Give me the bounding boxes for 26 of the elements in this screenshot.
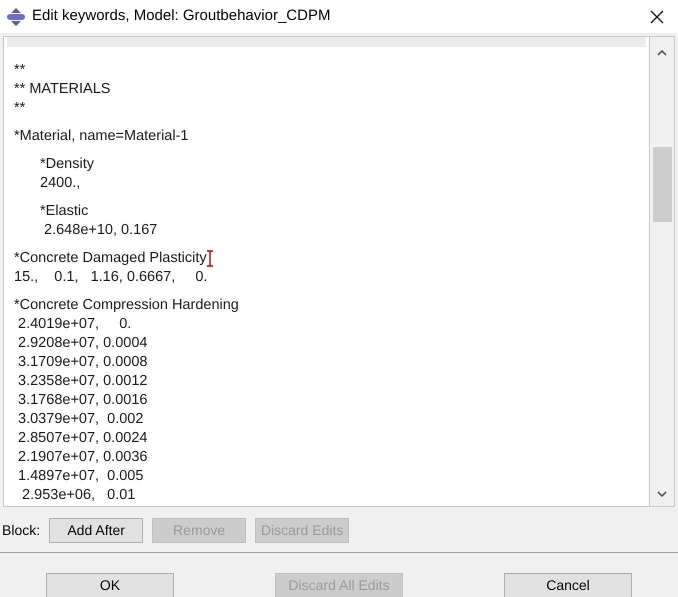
keyword-line: *Density	[40, 155, 94, 174]
button[interactable]: Cancel	[504, 573, 632, 597]
keyword-line: **	[14, 99, 26, 118]
keyword-line: *Elastic	[40, 202, 88, 221]
keyword-line: 3.1709e+07, 0.0008	[17, 353, 148, 372]
button[interactable]: Add After	[49, 518, 144, 543]
keyword-line: 1.4897e+07, 0.005	[17, 467, 144, 486]
keyword-line: 2.4019e+07, 0.	[17, 315, 132, 334]
keyword-line: 15., 0.1, 1.16, 0.6667, 0.	[14, 268, 208, 287]
keyword-line: 3.0379e+07, 0.002	[17, 410, 144, 429]
keyword-line: ** MATERIALS	[14, 80, 110, 99]
keyword-line: 2.648e+10, 0.167	[43, 221, 158, 240]
keyword-line: 2400.,	[40, 174, 80, 193]
block-label: Block:	[2, 521, 40, 540]
window-title: Edit keywords, Model: Groutbehavior_CDPM	[32, 6, 330, 26]
keyword-line: **	[14, 61, 26, 80]
button[interactable]: OK	[46, 573, 174, 597]
keyword-line: 3.1768e+07, 0.0016	[17, 391, 148, 410]
keyword-line: 2.9208e+07, 0.0004	[17, 334, 148, 353]
keyword-line: 2.953e+06, 0.01	[21, 486, 136, 505]
keyword-line: *Material, name=Material-1	[14, 127, 188, 146]
keyword-line: 2.8507e+07, 0.0024	[17, 429, 148, 448]
keyword-line: 3.2358e+07, 0.0012	[17, 372, 148, 391]
keyword-line: 2.1907e+07, 0.0036	[17, 448, 148, 467]
keyword-line: *Concrete Compression Hardening	[14, 296, 239, 315]
keyword-line: *Concrete Damaged Plasticity	[14, 249, 213, 268]
